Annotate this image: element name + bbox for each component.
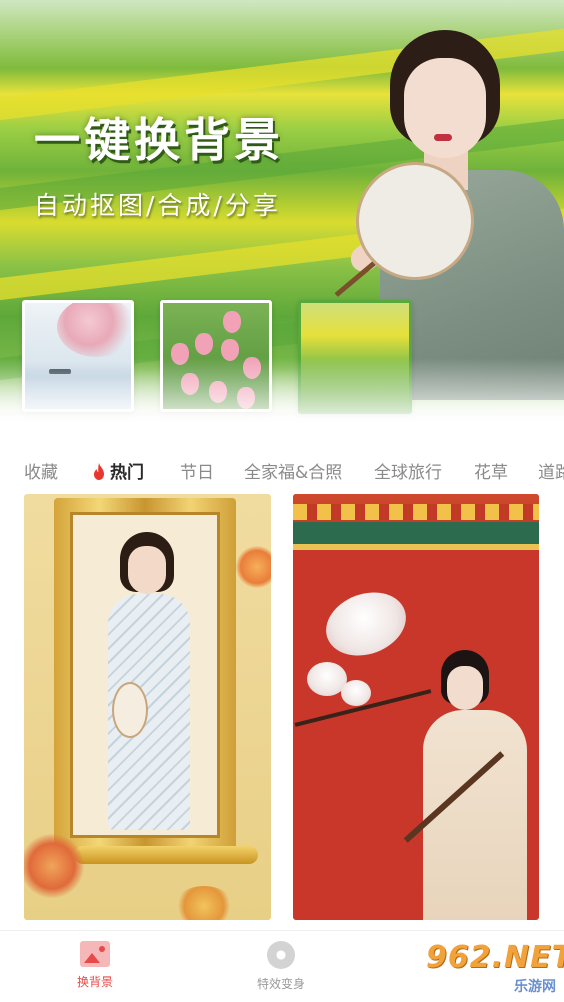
tab-hot-label: 热门 xyxy=(110,463,144,483)
tab-favorites[interactable]: 收藏 xyxy=(24,458,58,483)
tab-hot[interactable]: 热门 xyxy=(92,458,144,483)
watermark-logo-text: 962.NET xyxy=(426,940,564,975)
nav-effects-transform-label: 特效变身 xyxy=(256,977,305,991)
tab-flowers[interactable]: 花草 xyxy=(474,458,508,483)
hero-title: 一键换背景 xyxy=(34,113,284,167)
template-card-palace-red[interactable] xyxy=(293,494,539,920)
category-tabs: 收藏 热门 节日 全家福&合照 全球旅行 花草 道路 xyxy=(0,448,564,492)
tab-festival[interactable]: 节日 xyxy=(180,458,214,483)
tab-family-group[interactable]: 全家福&合照 xyxy=(244,458,342,483)
flower-icon xyxy=(267,941,295,969)
hero-subtitle: 自动抠图/合成/分享 xyxy=(34,191,281,220)
nav-change-background-label: 换背景 xyxy=(76,975,113,989)
watermark-subtext: 乐游网 xyxy=(514,979,556,995)
nav-effects-transform[interactable]: 特效变身 xyxy=(236,941,326,992)
hero-banner: 一键换背景 自动抠图/合成/分享 xyxy=(0,0,564,428)
template-card-golden-frame[interactable] xyxy=(24,494,271,920)
tab-roads[interactable]: 道路 xyxy=(538,458,564,483)
flame-icon xyxy=(94,463,104,480)
site-watermark: 962.NET 乐游网 xyxy=(426,940,564,998)
tab-world-travel[interactable]: 全球旅行 xyxy=(374,458,442,483)
nav-change-background[interactable]: 换背景 xyxy=(50,941,140,990)
image-icon xyxy=(80,941,110,967)
